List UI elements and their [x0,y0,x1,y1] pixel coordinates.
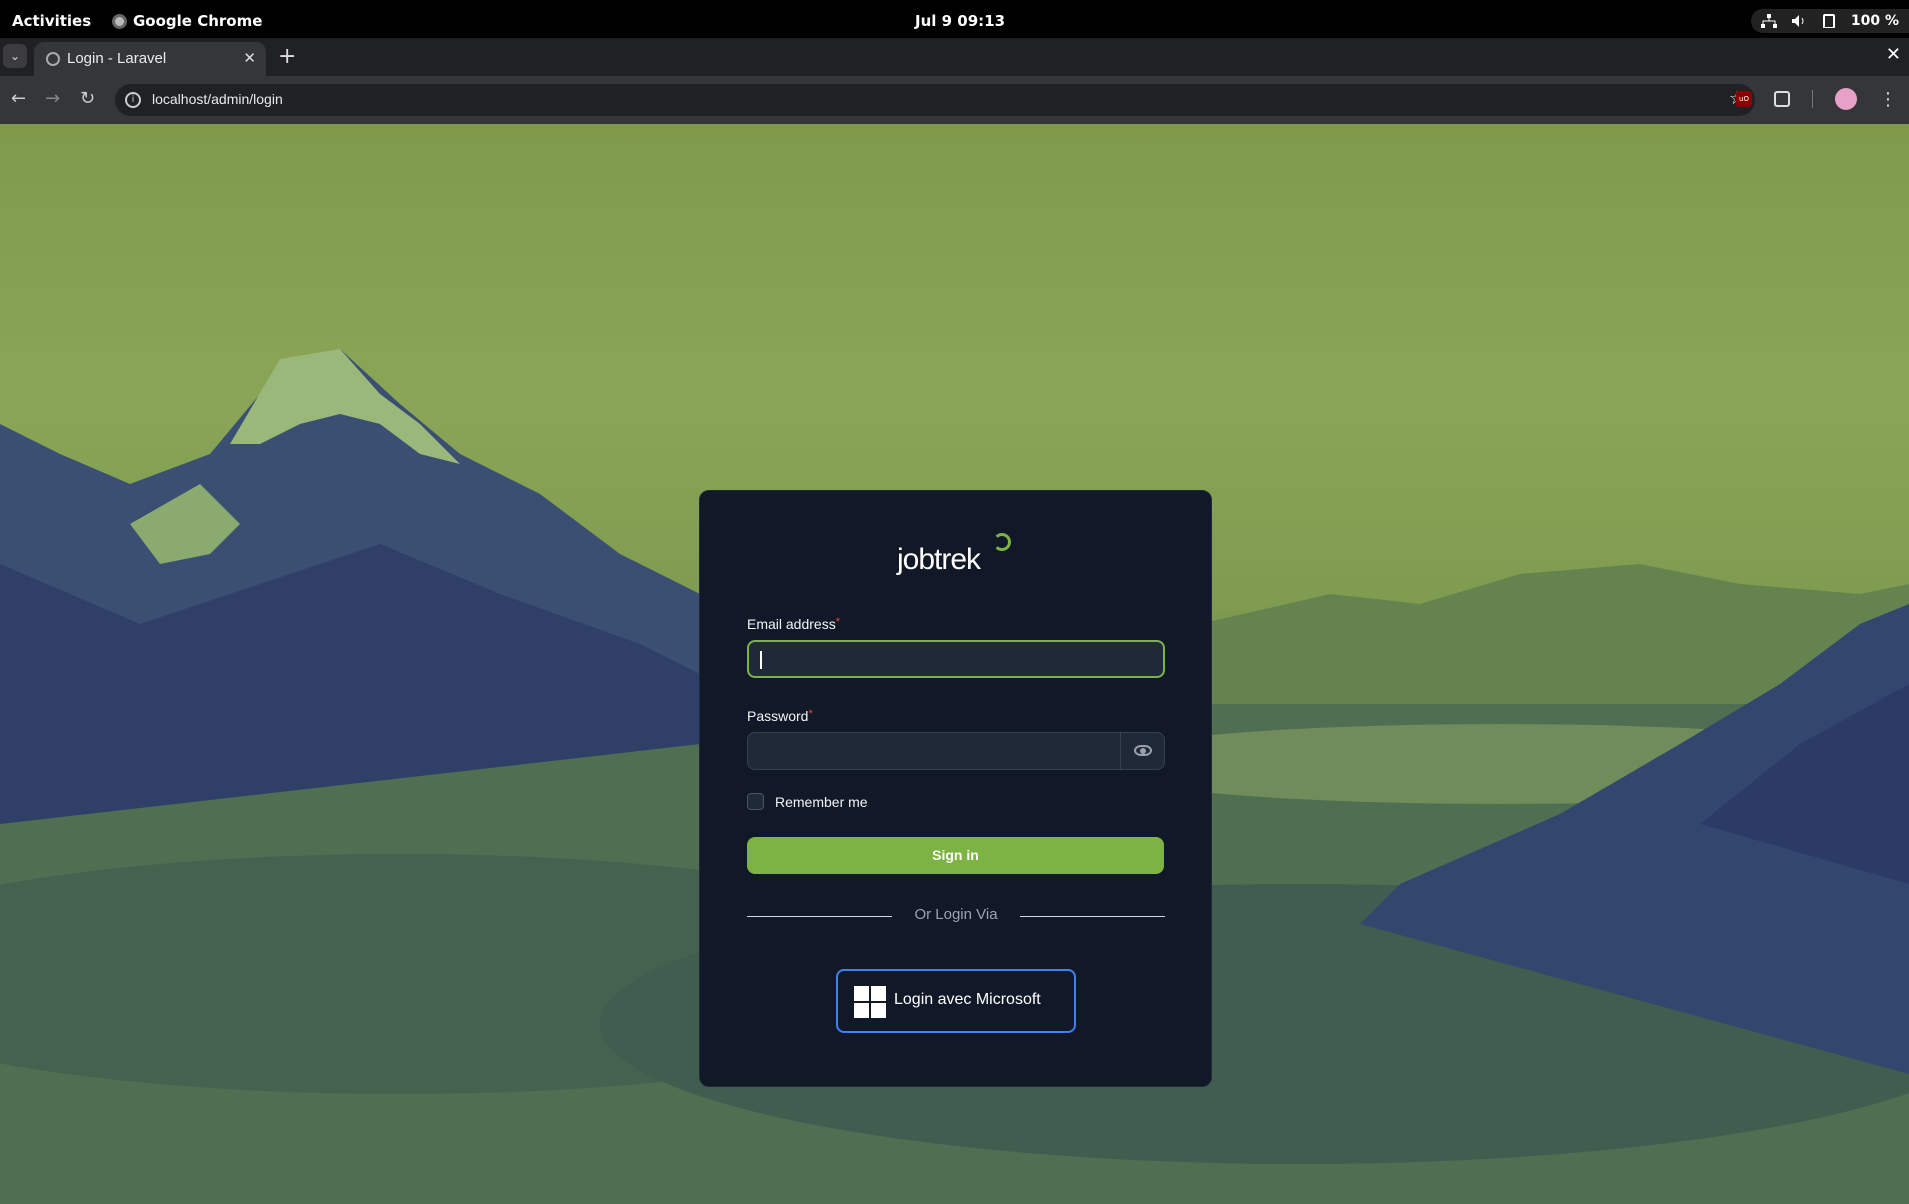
network-icon [1760,14,1777,28]
window-close-icon[interactable]: ✕ [1886,44,1901,65]
system-top-bar: Activities Google Chrome Jul 9 09:13 100… [0,5,1909,38]
profile-avatar[interactable] [1835,88,1857,110]
clock[interactable]: Jul 9 09:13 [915,12,1005,30]
jobtrek-logo: jobtrek [897,533,1017,583]
eye-icon [1134,745,1152,756]
toolbar-actions: uO ⋮ [1736,88,1909,110]
activities-button[interactable]: Activities [12,12,91,30]
globe-icon [46,52,60,66]
tab-login[interactable]: Login - Laravel ✕ [34,42,266,76]
login-card: jobtrek Email address* Password* Remembe… [699,490,1212,1087]
battery-icon [1822,14,1835,28]
address-bar[interactable]: i localhost/admin/login ☆ [115,84,1755,116]
volume-icon [1791,15,1804,27]
required-mark: * [835,616,840,628]
browser-toolbar: ← → ↻ i localhost/admin/login ☆ uO ⋮ [0,76,1909,124]
divider-line-right [1020,916,1165,917]
battery-percent: 100 % [1850,13,1899,29]
page-background: jobtrek Email address* Password* Remembe… [0,124,1909,1204]
password-label-text: Password [747,708,809,724]
ublock-extension-icon[interactable]: uO [1736,91,1752,107]
remember-me-checkbox[interactable] [747,793,764,810]
more-menu-icon[interactable]: ⋮ [1879,89,1897,110]
or-login-via-divider: Or Login Via [747,906,1165,926]
divider-text: Or Login Via [914,906,998,923]
toolbar-separator [1812,90,1813,108]
new-tab-button[interactable]: + [278,44,296,69]
microsoft-login-label: Login avec Microsoft [894,991,1041,1008]
password-field[interactable] [747,732,1165,770]
extensions-puzzle-icon[interactable] [1774,91,1790,107]
logo-text: jobtrek [897,543,981,576]
email-label-text: Email address [747,616,836,632]
remember-me-label[interactable]: Remember me [775,794,868,810]
sign-in-button[interactable]: Sign in [747,837,1164,874]
chevron-down-icon: ⌄ [9,49,21,63]
text-caret [760,651,762,669]
back-arrow-icon[interactable]: ← [11,88,26,109]
email-label: Email address* [747,616,840,632]
chrome-icon [112,13,127,29]
tab-close-icon[interactable]: ✕ [243,49,256,67]
logo-ring-icon [993,533,1011,551]
microsoft-login-button[interactable]: Login avec Microsoft [836,969,1076,1033]
show-password-button[interactable] [1120,733,1164,769]
password-label: Password* [747,708,813,724]
tab-search-button[interactable]: ⌄ [3,44,27,68]
microsoft-logo-icon [854,986,886,1018]
email-field[interactable] [747,640,1165,678]
tab-title: Login - Laravel [67,50,167,67]
url-text[interactable]: localhost/admin/login [152,91,283,107]
site-info-icon[interactable]: i [125,92,141,108]
forward-arrow-icon[interactable]: → [45,88,60,109]
tab-strip: ⌄ Login - Laravel ✕ + ✕ [0,38,1909,76]
app-name: Google Chrome [133,12,263,30]
app-menu[interactable]: Google Chrome [112,12,262,30]
system-tray[interactable]: 100 % [1750,9,1909,33]
required-mark: * [808,708,813,720]
remember-me-row[interactable]: Remember me [747,793,868,810]
reload-icon[interactable]: ↻ [80,88,95,109]
